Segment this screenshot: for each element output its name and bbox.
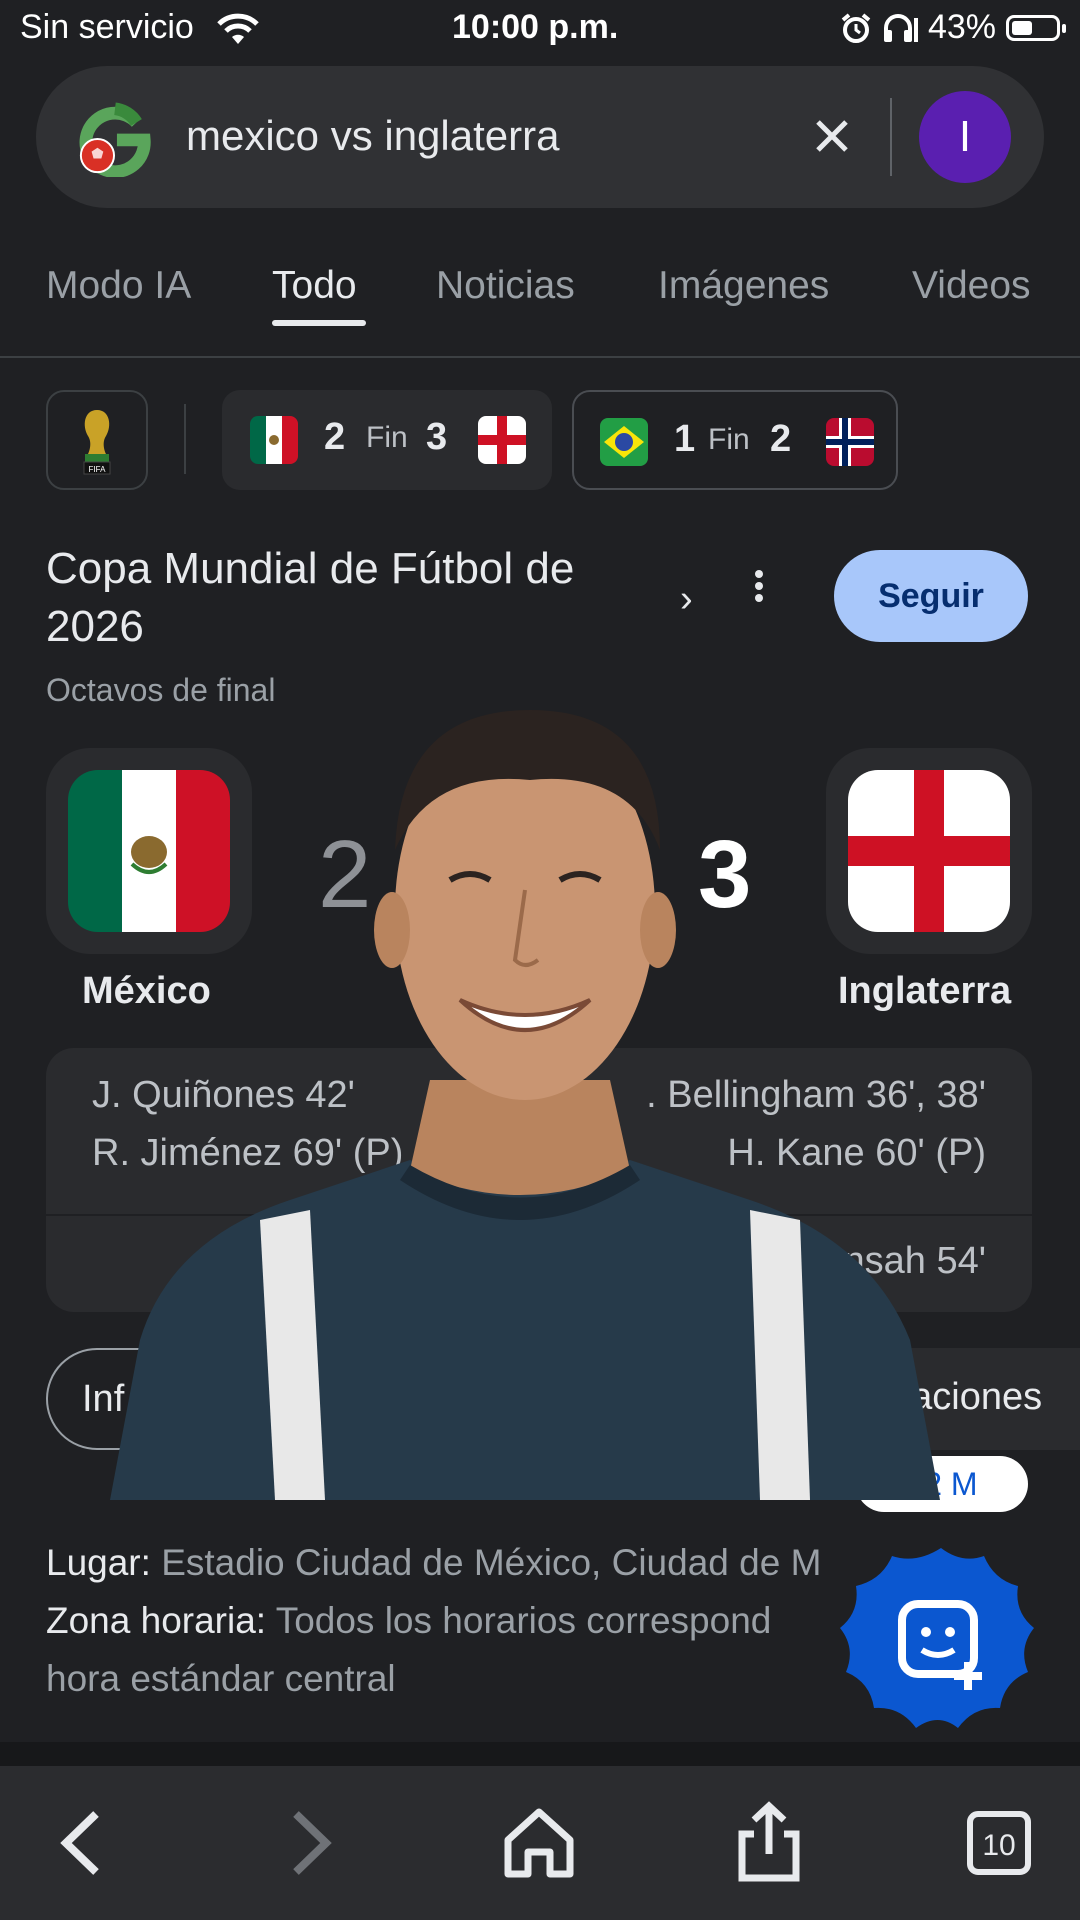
world-cup-trophy-icon: FIFA: [83, 410, 111, 475]
clear-search-button[interactable]: [802, 106, 862, 166]
tab-videos[interactable]: Videos: [912, 264, 1031, 308]
google-soccer-logo-icon[interactable]: [76, 99, 154, 177]
chip1-status: Fin: [366, 421, 408, 454]
bottom-divider: [0, 1742, 1080, 1766]
more-options-icon[interactable]: [744, 566, 774, 616]
share-icon[interactable]: [724, 1798, 814, 1888]
tabs-icon[interactable]: 10: [954, 1798, 1044, 1888]
tabs-button[interactable]: 10: [954, 1798, 1044, 1888]
battery-percent: 43%: [927, 8, 996, 46]
follow-button[interactable]: Seguir: [834, 550, 1028, 642]
home-icon[interactable]: [494, 1798, 584, 1888]
headphones-icon: [883, 13, 918, 42]
status-bar: Sin servicio 10:00 p.m. 43%: [0, 0, 1080, 58]
search-divider: [890, 98, 892, 176]
timezone-label: Zona horaria:: [46, 1600, 267, 1641]
match-chip-brazil-norway[interactable]: 1 Fin 2: [572, 390, 898, 490]
status-right: 43%: [840, 8, 1066, 47]
match-chip-mexico-england[interactable]: 2 Fin 3: [222, 390, 552, 490]
person-sticker-overlay: [110, 710, 940, 1500]
mexico-flag-icon: [250, 416, 298, 464]
browser-toolbar: 10: [0, 1766, 1080, 1920]
chip1-away-score: 3: [426, 416, 448, 458]
search-query[interactable]: mexico vs inglaterra: [186, 112, 559, 160]
tab-news[interactable]: Noticias: [436, 264, 575, 308]
world-cup-chip[interactable]: FIFA: [46, 390, 148, 490]
alarm-icon: [841, 12, 871, 43]
chip1-home-score: 2: [324, 416, 346, 458]
chip2-away-score: 2: [770, 418, 792, 460]
timezone-value: Todos los horarios correspond: [275, 1600, 772, 1641]
competition-title[interactable]: Copa Mundial de Fútbol de 2026: [46, 540, 646, 656]
search-tabs: Modo IA Todo Noticias Imágenes Videos: [0, 256, 1080, 356]
forward-icon[interactable]: [266, 1798, 356, 1888]
tab-all[interactable]: Todo: [272, 264, 357, 308]
tabs-divider: [0, 356, 1080, 358]
ai-chat-fab[interactable]: [838, 1542, 1044, 1748]
brazil-flag-icon: [600, 418, 648, 466]
venue-label: Lugar:: [46, 1542, 151, 1583]
close-icon[interactable]: [812, 116, 852, 156]
account-avatar[interactable]: I: [919, 91, 1011, 183]
tab-images[interactable]: Imágenes: [658, 264, 829, 308]
carrier-text: Sin servicio: [20, 8, 194, 46]
search-bar[interactable]: mexico vs inglaterra I: [36, 66, 1044, 208]
norway-flag-icon: [826, 418, 874, 466]
tab-ai-mode[interactable]: Modo IA: [46, 264, 191, 308]
back-icon[interactable]: [36, 1798, 126, 1888]
fifa-label: FIFA: [89, 465, 107, 474]
tabs-count: 10: [982, 1829, 1015, 1862]
england-flag-icon: [478, 416, 526, 464]
chips-divider: [184, 404, 186, 474]
chip2-status: Fin: [708, 423, 750, 456]
wifi-icon: [217, 13, 259, 44]
battery-icon: [1006, 14, 1066, 41]
clock: 10:00 p.m.: [452, 8, 619, 46]
venue-value: Estadio Ciudad de México, Ciudad de M: [161, 1542, 822, 1583]
chip2-home-score: 1: [674, 418, 696, 460]
competition-chevron-right-icon[interactable]: ›: [680, 578, 693, 621]
active-tab-indicator: [272, 320, 366, 326]
